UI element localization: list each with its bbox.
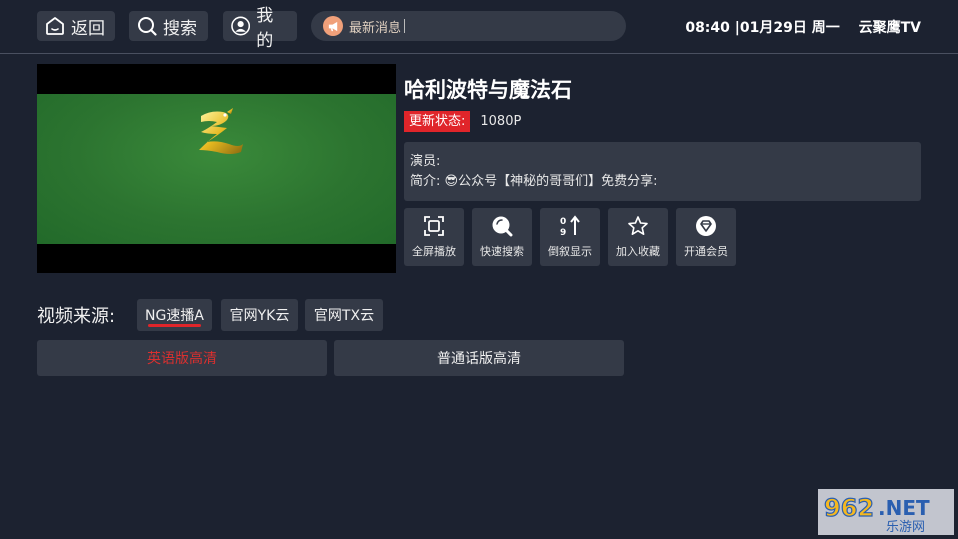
reverse-order-button[interactable]: 0 9 倒叙显示 (540, 208, 600, 266)
star-icon (628, 216, 648, 235)
source-tab-tx[interactable]: 官网TX云 (305, 299, 383, 331)
news-label: 最新消息 (349, 20, 402, 36)
search-label: 搜索 (163, 18, 197, 39)
status-row: 更新状态: 1080P (404, 111, 521, 132)
vip-label: 开通会员 (684, 245, 728, 258)
quick-search-button[interactable]: 快速搜索 (472, 208, 532, 266)
site-watermark-logo: 962 .NET 乐游网 (818, 489, 954, 535)
fullscreen-icon (424, 216, 444, 236)
megaphone-icon (323, 16, 343, 36)
description-box: 演员: 简介: 😎公众号【神秘的哥哥们】免费分享: (404, 142, 921, 201)
search-icon (138, 17, 157, 36)
clock: 08:40 |01月29日 周一 云聚鹰TV (685, 17, 921, 37)
vip-button[interactable]: 开通会员 (676, 208, 736, 266)
app-name: 云聚鹰TV (858, 20, 921, 36)
video-frame (37, 94, 396, 244)
source-tab-yk[interactable]: 官网YK云 (221, 299, 298, 331)
fullscreen-label: 全屏播放 (412, 245, 456, 258)
svg-text:962: 962 (824, 494, 874, 522)
sort-order-icon: 0 9 (560, 215, 580, 237)
add-favorite-label: 加入收藏 (616, 245, 660, 258)
mine-label: 我的 (256, 6, 274, 51)
source-label: 视频来源: (37, 306, 116, 327)
search-button[interactable]: 搜索 (129, 11, 208, 41)
svg-text:0: 0 (560, 217, 566, 227)
movie-title: 哈利波特与魔法石 (404, 78, 572, 102)
back-button[interactable]: 返回 (37, 11, 115, 41)
top-bar: 返回 搜索 我的 最新消息 08:40 |01月29日 周一 云聚鹰TV (0, 0, 958, 54)
add-favorite-button[interactable]: 加入收藏 (608, 208, 668, 266)
status-tag: 更新状态: (404, 111, 471, 132)
clock-date: |01月29日 周一 (734, 20, 840, 36)
reverse-order-label: 倒叙显示 (548, 245, 592, 258)
status-value: 1080P (480, 114, 522, 129)
fullscreen-button[interactable]: 全屏播放 (404, 208, 464, 266)
svg-text:.NET: .NET (878, 496, 930, 520)
text-cursor (404, 19, 406, 33)
mine-button[interactable]: 我的 (223, 6, 297, 51)
video-player[interactable] (37, 64, 396, 273)
intro-line: 简介: 😎公众号【神秘的哥哥们】免费分享: (410, 174, 658, 189)
quick-search-icon (492, 216, 513, 237)
vip-diamond-icon (696, 216, 716, 236)
quick-search-label: 快速搜索 (480, 245, 524, 258)
episode-english-hd[interactable]: 英语版高清 (37, 340, 327, 376)
back-label: 返回 (71, 18, 105, 39)
clock-time: 08:40 (685, 20, 730, 36)
selected-source-underline (148, 324, 201, 327)
svg-text:乐游网: 乐游网 (886, 520, 925, 535)
home-icon (46, 17, 64, 35)
news-bar[interactable]: 最新消息 (311, 11, 626, 41)
svg-text:9: 9 (560, 228, 566, 237)
user-icon (231, 16, 251, 36)
golden-dragon-logo (199, 108, 243, 154)
episode-mandarin-hd[interactable]: 普通话版高清 (334, 340, 624, 376)
actors-line: 演员: (410, 154, 441, 169)
